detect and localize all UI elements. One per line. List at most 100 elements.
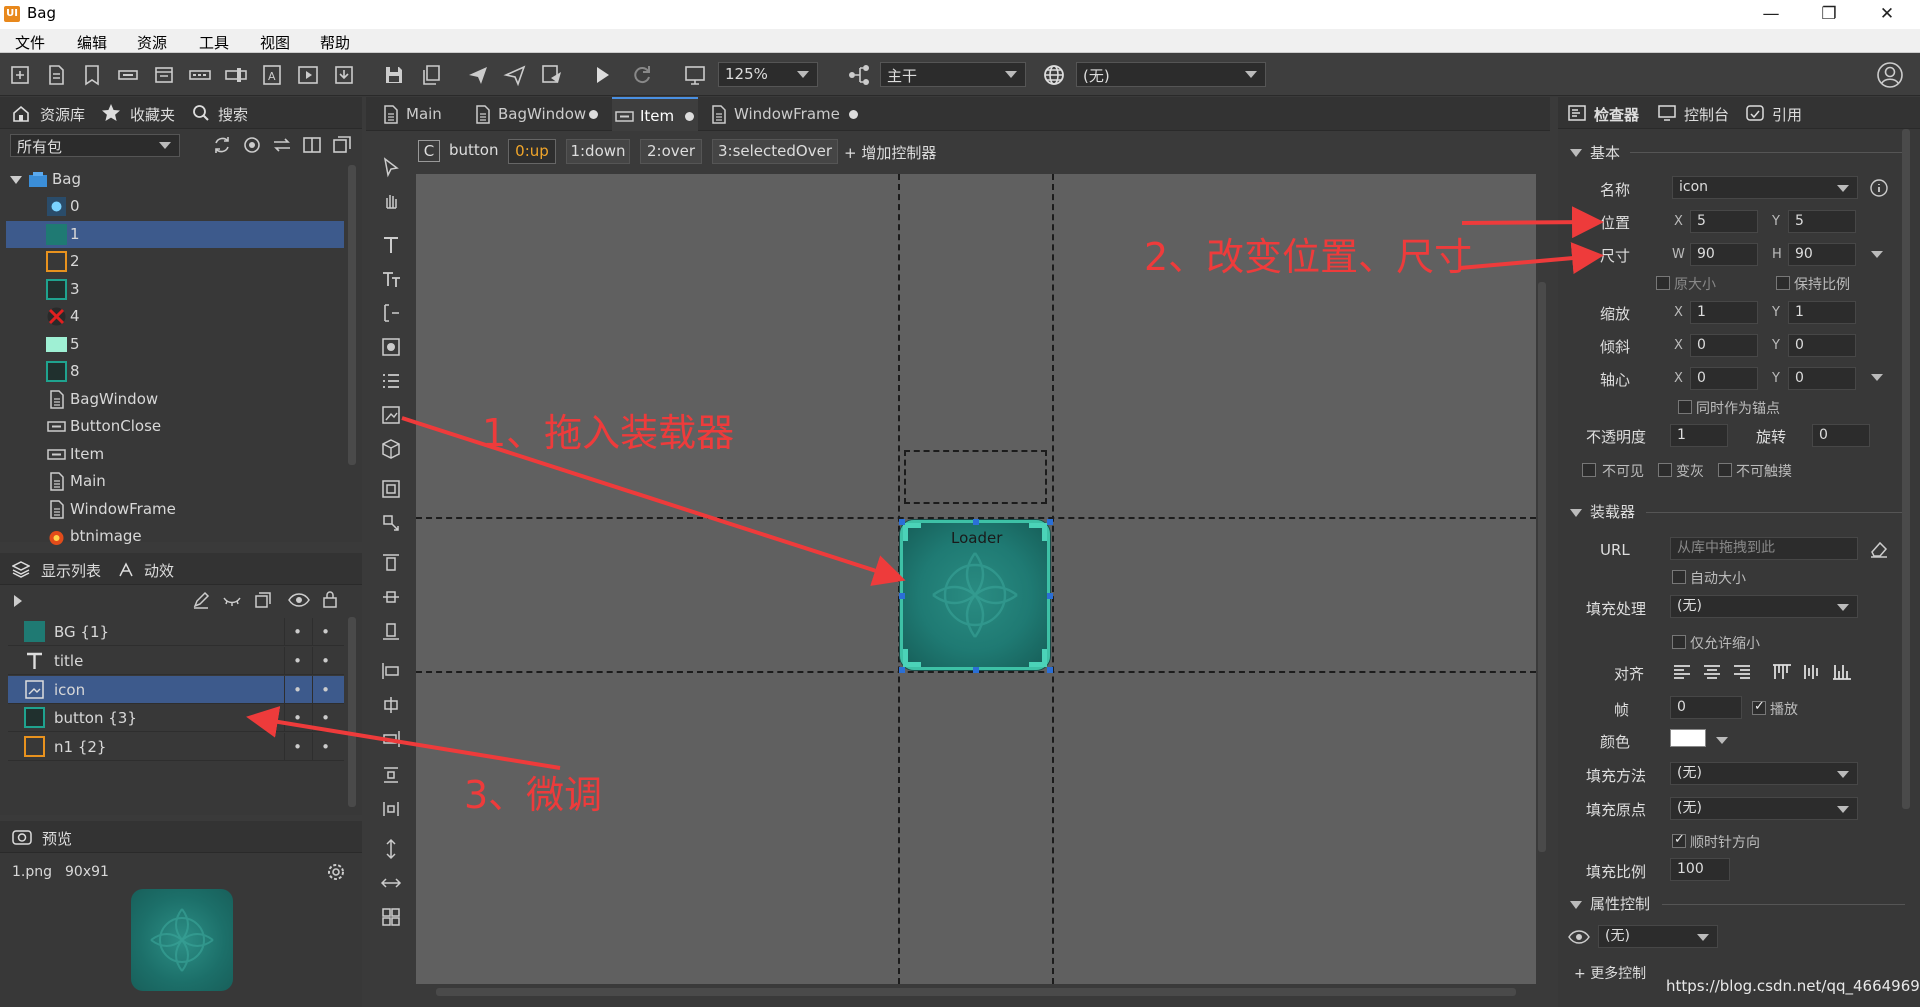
document-tab[interactable]: Main — [378, 97, 460, 131]
canvas-h-scrollbar[interactable] — [436, 988, 1516, 996]
rotation-input[interactable]: 0 — [1812, 424, 1870, 447]
minimize-button[interactable]: — — [1754, 2, 1788, 26]
library-item[interactable]: BagWindow — [6, 386, 344, 413]
valign-middle-button[interactable] — [1802, 663, 1822, 681]
new-label-icon[interactable]: A — [260, 63, 284, 87]
section-loader[interactable]: 装载器 — [1590, 501, 1635, 522]
new-progress-icon[interactable] — [188, 63, 212, 87]
resize-handle[interactable] — [1047, 519, 1053, 525]
swap-icon[interactable] — [272, 135, 292, 155]
edit-icon[interactable] — [192, 591, 210, 609]
sync-icon[interactable] — [212, 135, 232, 155]
lock-toggle[interactable]: • — [312, 646, 338, 675]
package-filter-select[interactable]: 所有包 — [10, 134, 180, 157]
clear-eraser-icon[interactable] — [1869, 540, 1889, 558]
pivot-options-icon[interactable] — [1871, 374, 1883, 381]
skew-x-input[interactable]: 0 — [1690, 334, 1758, 357]
height-input[interactable]: 90 — [1788, 243, 1856, 266]
align-center-icon[interactable] — [380, 694, 402, 716]
pivot-x-input[interactable]: 0 — [1690, 367, 1758, 390]
library-item[interactable]: ButtonClose — [6, 413, 344, 440]
align-bottom-icon[interactable] — [380, 620, 402, 642]
new-window-icon[interactable] — [152, 63, 176, 87]
new-movie-icon[interactable] — [296, 63, 320, 87]
keep-ratio-checkbox[interactable] — [1776, 276, 1790, 290]
controller-state-button[interactable]: 0:up — [508, 139, 556, 164]
visibility-toggle[interactable]: • — [284, 618, 310, 646]
controller-name[interactable]: button — [449, 141, 498, 159]
resize-handle[interactable] — [1047, 593, 1053, 599]
display-list-item[interactable]: n1 {2} • • — [8, 733, 344, 762]
branch-icon[interactable] — [847, 63, 871, 87]
align-center-button[interactable] — [1702, 663, 1722, 681]
grayed-checkbox[interactable] — [1658, 463, 1672, 477]
align-right-button[interactable] — [1732, 663, 1752, 681]
menu-assets[interactable]: 资源 — [137, 32, 167, 53]
align-top-icon[interactable] — [380, 552, 402, 574]
settings-gear-icon[interactable] — [325, 861, 347, 883]
transform-tool-icon[interactable] — [380, 512, 402, 534]
zoom-select[interactable]: 125% — [718, 62, 818, 87]
library-item[interactable]: 3 — [6, 276, 344, 303]
display-list-item[interactable]: title • • — [8, 646, 344, 675]
library-item[interactable]: WindowFrame — [6, 496, 344, 523]
image-tool-icon[interactable] — [380, 336, 402, 358]
list-tool-icon[interactable] — [380, 370, 402, 392]
visibility-toggle[interactable]: • — [284, 733, 310, 762]
same-height-icon[interactable] — [380, 838, 402, 860]
fill-select[interactable]: (无) — [1670, 595, 1858, 618]
tab-library[interactable]: 资源库 — [40, 104, 85, 125]
section-gear[interactable]: 属性控制 — [1590, 893, 1650, 914]
new-slider-icon[interactable] — [224, 63, 248, 87]
new-folder-icon[interactable] — [80, 63, 104, 87]
save-all-icon[interactable] — [420, 63, 444, 87]
close-button[interactable]: ✕ — [1870, 2, 1904, 26]
fill-amount-input[interactable]: 100 — [1670, 858, 1730, 881]
tab-display-list[interactable]: 显示列表 — [41, 560, 101, 581]
lock-toggle[interactable]: • — [312, 618, 338, 646]
document-tab[interactable]: WindowFrame — [706, 97, 862, 131]
url-input[interactable]: 从库中拖拽到此 — [1670, 537, 1858, 560]
untouchable-checkbox[interactable] — [1718, 463, 1732, 477]
hand-tool-icon[interactable] — [380, 190, 402, 212]
split-view-icon[interactable] — [302, 135, 322, 155]
fill-method-select[interactable]: (无) — [1670, 762, 1858, 785]
text-tool-icon[interactable] — [380, 234, 402, 256]
resize-handle[interactable] — [973, 519, 979, 525]
library-item[interactable]: 1 — [6, 220, 344, 248]
publish-settings-icon[interactable] — [540, 63, 564, 87]
library-item[interactable]: Main — [6, 468, 344, 495]
display-list-item[interactable]: BG {1} • • — [8, 618, 344, 646]
tab-console[interactable]: 控制台 — [1684, 104, 1729, 125]
loader-tool-icon[interactable] — [380, 404, 402, 426]
color-picker-chevron-icon[interactable] — [1716, 737, 1728, 744]
playing-checkbox[interactable] — [1752, 699, 1766, 715]
resize-handle[interactable] — [1047, 667, 1053, 673]
publish-icon[interactable] — [466, 63, 490, 87]
tab-search[interactable]: 搜索 — [218, 104, 248, 125]
section-basic[interactable]: 基本 — [1590, 142, 1620, 163]
resize-handle[interactable] — [899, 667, 905, 673]
resize-handle[interactable] — [899, 519, 905, 525]
resize-handle[interactable] — [973, 667, 979, 673]
collapse-arrow-icon[interactable] — [1570, 149, 1582, 157]
library-item[interactable]: Item — [6, 441, 344, 468]
distribute-horizontal-icon[interactable] — [380, 798, 402, 820]
library-item[interactable]: 8 — [6, 358, 344, 385]
library-item[interactable]: 2 — [6, 248, 344, 275]
publish-all-icon[interactable] — [503, 63, 527, 87]
import-icon[interactable] — [332, 63, 356, 87]
document-tab[interactable]: Item — [612, 97, 698, 131]
new-button-icon[interactable] — [116, 63, 140, 87]
locate-icon[interactable] — [242, 135, 262, 155]
more-gear-button[interactable]: + 更多控制 — [1574, 963, 1646, 983]
skew-y-input[interactable]: 0 — [1788, 334, 1856, 357]
refresh-icon[interactable] — [630, 63, 654, 87]
design-canvas[interactable]: Loader — [416, 174, 1536, 984]
maximize-button[interactable]: ❐ — [1812, 2, 1846, 26]
shrink-only-checkbox[interactable] — [1672, 635, 1686, 649]
controller-state-button[interactable]: 1:down — [566, 139, 630, 164]
lock-toggle[interactable]: • — [312, 733, 338, 762]
align-middle-icon[interactable] — [380, 586, 402, 608]
expand-arrow-icon[interactable] — [10, 176, 22, 184]
